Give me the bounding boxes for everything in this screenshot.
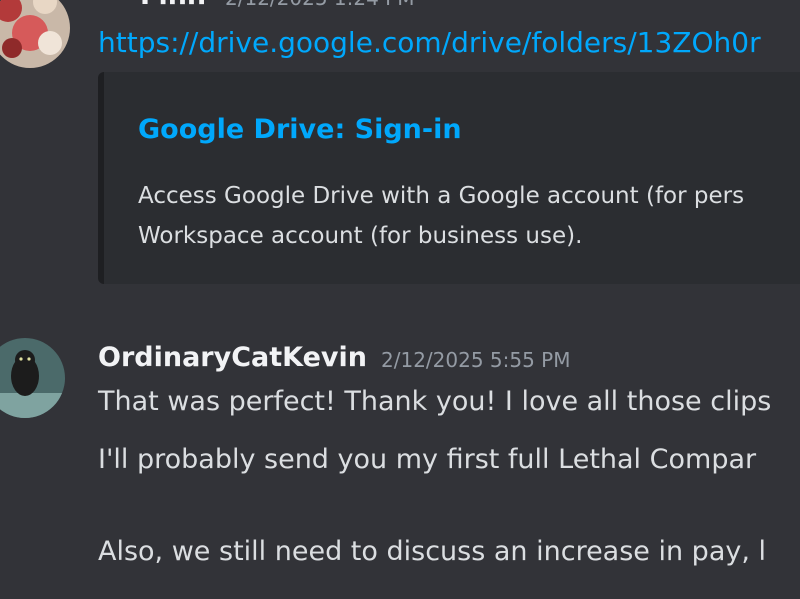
avatar[interactable] bbox=[0, 0, 70, 68]
avatar-image bbox=[0, 338, 65, 418]
message-2: OrdinaryCatKevin 2/12/2025 5:55 PM That … bbox=[0, 330, 800, 599]
avatar[interactable] bbox=[0, 338, 65, 418]
username[interactable]: Finn bbox=[140, 0, 206, 11]
message-line: That was perfect! Thank you! I love all … bbox=[98, 386, 772, 417]
embed-description: Access Google Drive with a Google accoun… bbox=[138, 183, 745, 249]
timestamp: 2/12/2025 5:55 PM bbox=[381, 348, 571, 372]
link-embed: Google Drive: Sign-in Access Google Driv… bbox=[98, 72, 800, 284]
avatar-image bbox=[0, 0, 70, 68]
message-1: Finn 2/12/2025 1:24 PM https://drive.goo… bbox=[0, 0, 800, 300]
message-line: I'll probably send you my first full Let… bbox=[98, 444, 757, 475]
drive-link[interactable]: https://drive.google.com/drive/folders/1… bbox=[98, 26, 761, 59]
message-line: Also, we still need to discuss an increa… bbox=[98, 536, 767, 567]
timestamp: 2/12/2025 1:24 PM bbox=[225, 0, 415, 10]
embed-title[interactable]: Google Drive: Sign-in bbox=[138, 114, 462, 145]
username[interactable]: OrdinaryCatKevin bbox=[98, 342, 367, 373]
